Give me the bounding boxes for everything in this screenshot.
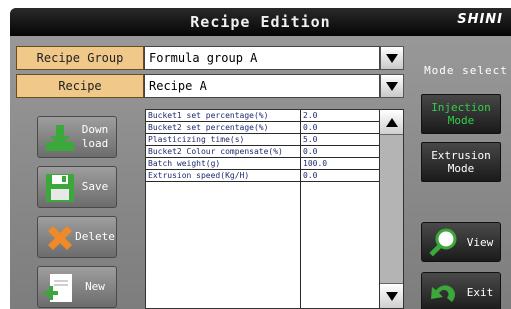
chevron-down-icon (386, 81, 398, 91)
chevron-down-icon (386, 53, 398, 63)
scroll-down-button[interactable] (380, 283, 403, 308)
recipe-label: Recipe (16, 74, 144, 98)
view-label: View (466, 235, 494, 249)
new-document-icon (44, 274, 72, 302)
injection-mode-button[interactable]: Injection Mode (421, 94, 501, 134)
table-row[interactable]: Plasticizing time(s) 5.0 (146, 133, 385, 146)
chevron-down-icon (385, 291, 398, 301)
download-button[interactable]: Down load (37, 116, 117, 158)
download-label: Down load (81, 123, 109, 150)
table-row[interactable]: Batch weight(g) 100.0 (146, 157, 385, 170)
view-button[interactable]: View (421, 222, 501, 262)
param-name: Extrusion speed(Kg/H) (146, 169, 301, 182)
save-label: Save (81, 180, 109, 193)
param-name: Bucket2 Colour compensate(%) (146, 145, 301, 158)
param-value[interactable]: 5.0 (300, 133, 385, 146)
recipe-dropdown-button[interactable] (380, 74, 404, 98)
param-name: Bucket1 set percentage(%) (146, 110, 301, 122)
table-row[interactable]: Extrusion speed(Kg/H) 0.0 (146, 169, 385, 182)
brand-logo: SHINI (457, 12, 503, 27)
hmi-screen: Recipe Edition SHINI Recipe Group Formul… (10, 8, 511, 309)
param-value[interactable]: 0.0 (300, 121, 385, 134)
table-row[interactable]: Bucket2 Colour compensate(%) 0.0 (146, 145, 385, 158)
page-title: Recipe Edition (190, 13, 331, 31)
scroll-up-button[interactable] (380, 110, 403, 135)
new-button[interactable]: New (37, 266, 117, 308)
table-divider (300, 110, 301, 308)
recipe-group-field[interactable]: Formula group A (144, 46, 380, 70)
floppy-disk-icon (46, 174, 74, 202)
magnifier-icon (429, 228, 457, 257)
parameter-grid: Bucket1 set percentage(%) 2.0 Bucket2 se… (146, 110, 385, 182)
param-name: Bucket2 set percentage(%) (146, 121, 301, 134)
chevron-up-icon (385, 117, 398, 127)
table-scrollbar[interactable] (379, 109, 404, 309)
delete-label: Delete (75, 230, 115, 243)
undo-arrow-icon (431, 285, 455, 302)
recipe-group-dropdown-button[interactable] (380, 46, 404, 70)
save-button[interactable]: Save (37, 166, 117, 208)
param-name: Batch weight(g) (146, 157, 301, 170)
delete-x-icon (48, 226, 72, 250)
param-name: Plasticizing time(s) (146, 133, 301, 146)
param-value[interactable]: 2.0 (300, 110, 385, 122)
parameter-table: Bucket1 set percentage(%) 2.0 Bucket2 se… (145, 109, 387, 309)
param-value[interactable]: 100.0 (300, 157, 385, 170)
download-icon (46, 125, 74, 151)
exit-button[interactable]: Exit (421, 272, 501, 309)
recipe-group-label: Recipe Group (16, 46, 144, 70)
new-label: New (85, 280, 105, 293)
extrusion-mode-button[interactable]: Extrusion Mode (421, 142, 501, 182)
table-row[interactable]: Bucket2 set percentage(%) 0.0 (146, 121, 385, 134)
mode-select-label: Mode select (424, 64, 508, 77)
delete-button[interactable]: Delete (37, 216, 117, 258)
title-bar: Recipe Edition SHINI (10, 8, 511, 36)
exit-label: Exit (466, 285, 494, 299)
recipe-field[interactable]: Recipe A (144, 74, 380, 98)
param-value[interactable]: 0.0 (300, 169, 385, 182)
main-panel: Recipe Group Formula group A Recipe Reci… (10, 36, 511, 309)
param-value[interactable]: 0.0 (300, 145, 385, 158)
table-row[interactable]: Bucket1 set percentage(%) 2.0 (146, 110, 385, 122)
